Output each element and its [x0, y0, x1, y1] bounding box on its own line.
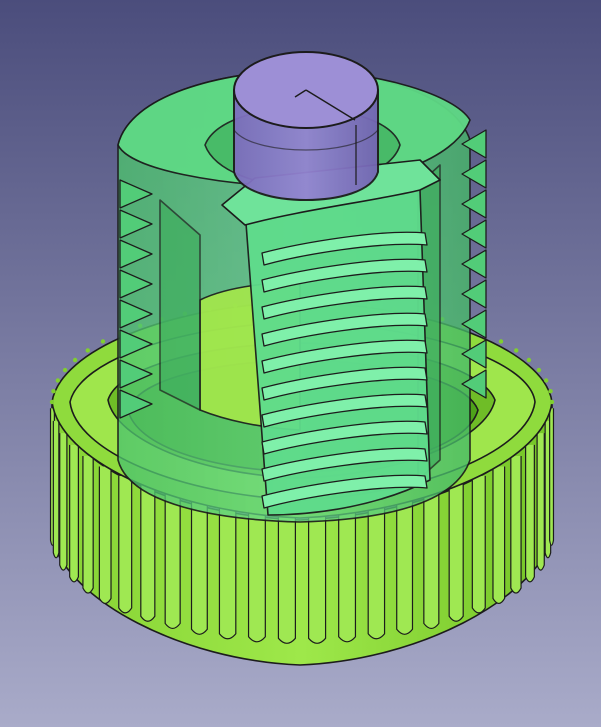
knurl-ridge: [82, 456, 94, 594]
rim-bump: [100, 339, 106, 344]
knurl-ridge: [525, 444, 535, 583]
rim-bump: [514, 348, 519, 353]
knurl-ridge: [492, 466, 506, 605]
rim-bump: [55, 378, 61, 383]
knurl-ridge: [396, 497, 414, 635]
sleeve-left-slot: [159, 199, 201, 411]
knurl-ridge: [536, 433, 545, 571]
knurl-ridge: [423, 491, 440, 630]
rim-bump: [62, 367, 68, 373]
knurl-ridge: [69, 444, 79, 583]
knurl-ridge: [247, 504, 266, 643]
knurl-ridge: [190, 497, 208, 635]
cap-cylinder[interactable]: [233, 51, 379, 201]
knurl-ridge: [52, 420, 60, 559]
rim-bump: [72, 357, 78, 363]
rim-bump: [49, 399, 55, 405]
rim-bump: [548, 388, 553, 394]
rim-bump: [543, 378, 549, 383]
knurl-ridge: [59, 433, 68, 571]
rim-bump: [85, 348, 90, 353]
knurl-ridge: [164, 491, 181, 630]
rim-bump: [549, 399, 555, 405]
knurl-ridge: [98, 466, 112, 605]
knurl-ridge: [118, 475, 133, 614]
rim-bump: [526, 357, 532, 363]
knurl-ridge: [448, 484, 464, 622]
knurl-ridge: [140, 484, 156, 622]
knurl-ridge: [367, 501, 386, 640]
knurl-ridge: [510, 456, 522, 594]
rim-bump: [536, 367, 542, 373]
3d-viewport[interactable]: [0, 0, 601, 727]
knurl-ridge: [471, 475, 486, 614]
knurl-ridge: [277, 506, 296, 644]
knurl-ridge: [308, 506, 327, 644]
rim-bump: [498, 339, 504, 344]
knurl-ridge: [218, 501, 237, 640]
model-scene[interactable]: [0, 0, 601, 727]
knurl-ridge: [549, 408, 555, 546]
knurl-ridge: [338, 504, 357, 643]
rim-bump: [51, 388, 56, 394]
